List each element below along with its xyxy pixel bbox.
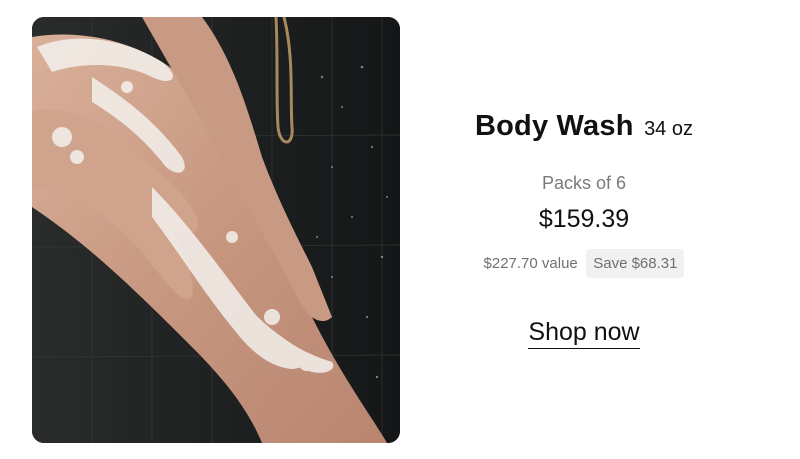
product-card: Body Wash 34 oz Packs of 6 $159.39 $227.… (0, 0, 800, 459)
product-price: $159.39 (538, 205, 630, 233)
shower-photo-illustration (32, 17, 400, 443)
product-title-row: Body Wash 34 oz (400, 110, 768, 143)
product-size: 34 oz (644, 118, 693, 140)
pack-label: Packs of 6 (541, 173, 627, 193)
value-row: $227.70 value Save $68.31 (400, 249, 768, 278)
product-image[interactable] (32, 17, 400, 443)
shop-now-link[interactable]: Shop now (528, 318, 640, 349)
shop-now-container: Shop now (400, 318, 768, 349)
savings-badge: Save $68.31 (586, 249, 685, 278)
original-value: $227.70 value (483, 255, 578, 272)
product-name: Body Wash (474, 110, 634, 142)
product-info: Body Wash 34 oz Packs of 6 $159.39 $227.… (400, 0, 768, 459)
